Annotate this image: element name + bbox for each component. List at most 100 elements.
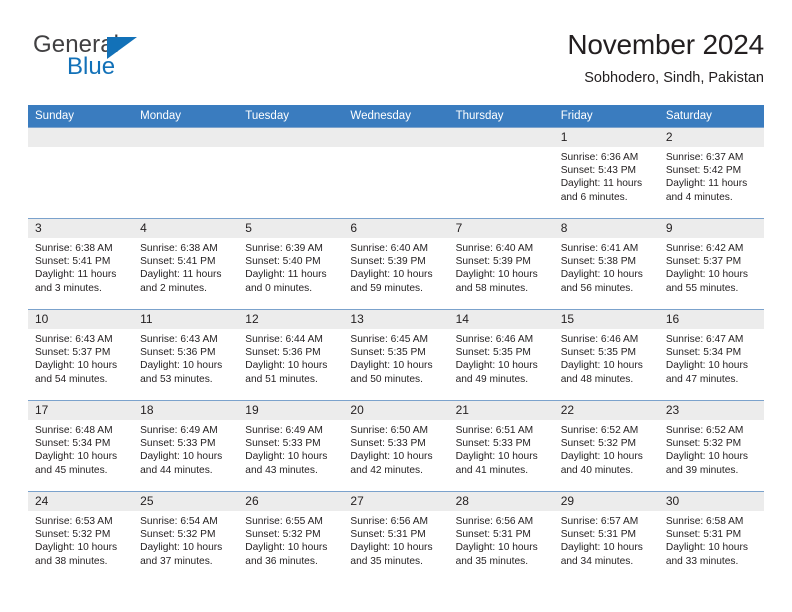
calendar-page: General Blue November 2024 Sobhodero, Si… bbox=[0, 0, 792, 612]
day-details: Sunrise: 6:42 AM Sunset: 5:37 PM Daylight:… bbox=[659, 238, 764, 295]
day-number: 15 bbox=[553, 310, 659, 329]
sunrise-text: Sunrise: 6:45 AM bbox=[350, 334, 429, 345]
calendar-day-cell[interactable]: 6 Sunrise: 6:40 AM Sunset: 5:39 PM Daylight… bbox=[343, 218, 449, 310]
calendar-day-cell[interactable]: 28 Sunrise: 6:56 AM Sunset: 5:31 PM Dayligh… bbox=[448, 491, 554, 582]
calendar-day-cell[interactable]: 19 Sunrise: 6:49 AM Sunset: 5:33 PM Dayligh… bbox=[238, 400, 344, 492]
sunset-text: Sunset: 5:35 PM bbox=[560, 347, 637, 359]
day-number: 16 bbox=[658, 310, 764, 329]
sunrise-text: Sunrise: 6:41 AM bbox=[560, 243, 639, 254]
sunset-text: Sunset: 5:34 PM bbox=[665, 347, 742, 359]
sunrise-text: Sunrise: 6:49 AM bbox=[245, 425, 323, 436]
daylight-text: Daylight: 10 hours and 58 minutes. bbox=[455, 269, 538, 294]
calendar-day-cell[interactable]: 16 Sunrise: 6:47 AM Sunset: 5:34 PM Dayligh… bbox=[658, 309, 764, 401]
sunset-text: Sunset: 5:31 PM bbox=[350, 529, 426, 541]
sunrise-text: Sunrise: 6:58 AM bbox=[665, 516, 744, 527]
day-details: Sunrise: 6:36 AM Sunset: 5:43 PM Daylight:… bbox=[554, 147, 659, 204]
calendar-day-cell[interactable]: 17 Sunrise: 6:48 AM Sunset: 5:34 PM Dayligh… bbox=[28, 400, 134, 492]
calendar-day-cell[interactable]: 25 Sunrise: 6:54 AM Sunset: 5:32 PM Dayligh… bbox=[133, 491, 239, 582]
calendar-day-cell[interactable]: 12 Sunrise: 6:44 AM Sunset: 5:36 PM Dayligh… bbox=[238, 309, 344, 401]
sunset-text: Sunset: 5:38 PM bbox=[560, 256, 637, 268]
calendar-day-cell[interactable]: 13 Sunrise: 6:45 AM Sunset: 5:35 PM Dayligh… bbox=[343, 309, 449, 401]
day-details: Sunrise: 6:40 AM Sunset: 5:39 PM Daylight:… bbox=[449, 238, 554, 295]
weekday-header-saturday: Saturday bbox=[658, 105, 764, 128]
general-blue-logo[interactable]: General Blue bbox=[33, 32, 183, 88]
day-number: 10 bbox=[28, 310, 134, 329]
calendar-day-cell[interactable]: 3 Sunrise: 6:38 AM Sunset: 5:41 PM Daylight… bbox=[28, 218, 134, 310]
sunrise-text: Sunrise: 6:54 AM bbox=[140, 516, 218, 527]
daylight-text: Daylight: 10 hours and 53 minutes. bbox=[140, 360, 223, 385]
calendar-day-cell[interactable]: 27 Sunrise: 6:56 AM Sunset: 5:31 PM Dayligh… bbox=[343, 491, 449, 582]
day-details: Sunrise: 6:58 AM Sunset: 5:31 PM Daylight:… bbox=[659, 511, 764, 568]
day-details: Sunrise: 6:46 AM Sunset: 5:35 PM Daylight:… bbox=[554, 329, 659, 386]
calendar-day-cell[interactable]: 10 Sunrise: 6:43 AM Sunset: 5:37 PM Dayligh… bbox=[28, 309, 134, 401]
daylight-text: Daylight: 10 hours and 34 minutes. bbox=[560, 542, 643, 567]
calendar-day-cell-empty bbox=[343, 127, 449, 219]
sunset-text: Sunset: 5:32 PM bbox=[560, 438, 637, 450]
weekday-header-friday: Friday bbox=[553, 105, 659, 128]
sunrise-text: Sunrise: 6:50 AM bbox=[350, 425, 429, 436]
sunrise-text: Sunrise: 6:49 AM bbox=[140, 425, 218, 436]
calendar-day-cell-empty bbox=[448, 127, 554, 219]
calendar-day-cell[interactable]: 4 Sunrise: 6:38 AM Sunset: 5:41 PM Daylight… bbox=[133, 218, 239, 310]
calendar-day-cell[interactable]: 20 Sunrise: 6:50 AM Sunset: 5:33 PM Dayligh… bbox=[343, 400, 449, 492]
calendar-day-cell[interactable]: 14 Sunrise: 6:46 AM Sunset: 5:35 PM Dayligh… bbox=[448, 309, 554, 401]
calendar-day-cell[interactable]: 18 Sunrise: 6:49 AM Sunset: 5:33 PM Dayligh… bbox=[133, 400, 239, 492]
day-details: Sunrise: 6:53 AM Sunset: 5:32 PM Daylight:… bbox=[28, 511, 133, 568]
daylight-text: Daylight: 11 hours and 6 minutes. bbox=[560, 178, 643, 203]
calendar-day-cell[interactable]: 26 Sunrise: 6:55 AM Sunset: 5:32 PM Dayligh… bbox=[238, 491, 344, 582]
day-number: 8 bbox=[553, 219, 659, 238]
calendar-table: Sunday Monday Tuesday Wednesday Thursday Frid… bbox=[28, 105, 764, 582]
calendar-day-cell[interactable]: 9 Sunrise: 6:42 AM Sunset: 5:37 PM Daylight… bbox=[658, 218, 764, 310]
daylight-text: Daylight: 10 hours and 45 minutes. bbox=[35, 451, 118, 476]
calendar-week-row: 10 Sunrise: 6:43 AM Sunset: 5:37 PM Dayligh… bbox=[28, 309, 764, 401]
day-number: 1 bbox=[553, 128, 659, 147]
daylight-text: Daylight: 10 hours and 59 minutes. bbox=[350, 269, 433, 294]
sunset-text: Sunset: 5:32 PM bbox=[35, 529, 111, 541]
sunset-text: Sunset: 5:39 PM bbox=[455, 256, 531, 268]
calendar-day-cell[interactable]: 30 Sunrise: 6:58 AM Sunset: 5:31 PM Dayligh… bbox=[658, 491, 764, 582]
calendar-day-cell[interactable]: 5 Sunrise: 6:39 AM Sunset: 5:40 PM Daylight… bbox=[238, 218, 344, 310]
sunset-text: Sunset: 5:31 PM bbox=[455, 529, 531, 541]
calendar-day-cell[interactable]: 22 Sunrise: 6:52 AM Sunset: 5:32 PM Dayligh… bbox=[553, 400, 659, 492]
day-number: 22 bbox=[553, 401, 659, 420]
calendar-day-cell[interactable]: 23 Sunrise: 6:52 AM Sunset: 5:32 PM Dayligh… bbox=[658, 400, 764, 492]
sunset-text: Sunset: 5:36 PM bbox=[140, 347, 216, 359]
sunset-text: Sunset: 5:42 PM bbox=[665, 165, 742, 177]
daylight-text: Daylight: 11 hours and 4 minutes. bbox=[665, 178, 748, 203]
sunset-text: Sunset: 5:33 PM bbox=[350, 438, 426, 450]
sunset-text: Sunset: 5:39 PM bbox=[350, 256, 426, 268]
day-details: Sunrise: 6:56 AM Sunset: 5:31 PM Daylight:… bbox=[343, 511, 448, 568]
sunset-text: Sunset: 5:40 PM bbox=[245, 256, 321, 268]
calendar-day-cell[interactable]: 29 Sunrise: 6:57 AM Sunset: 5:31 PM Dayligh… bbox=[553, 491, 659, 582]
day-details: Sunrise: 6:52 AM Sunset: 5:32 PM Daylight:… bbox=[554, 420, 659, 477]
calendar-day-cell-empty bbox=[238, 127, 344, 219]
sunrise-text: Sunrise: 6:46 AM bbox=[560, 334, 639, 345]
daylight-text: Daylight: 10 hours and 56 minutes. bbox=[560, 269, 643, 294]
sunset-text: Sunset: 5:31 PM bbox=[665, 529, 742, 541]
weekday-header-thursday: Thursday bbox=[448, 105, 554, 128]
daylight-text: Daylight: 10 hours and 51 minutes. bbox=[245, 360, 328, 385]
calendar-day-cell[interactable]: 2 Sunrise: 6:37 AM Sunset: 5:42 PM Daylight… bbox=[658, 127, 764, 219]
day-number: 14 bbox=[448, 310, 554, 329]
day-number bbox=[343, 128, 449, 147]
day-details: Sunrise: 6:37 AM Sunset: 5:42 PM Daylight:… bbox=[659, 147, 764, 204]
daylight-text: Daylight: 10 hours and 35 minutes. bbox=[350, 542, 433, 567]
day-number: 2 bbox=[658, 128, 764, 147]
calendar-day-cell[interactable]: 24 Sunrise: 6:53 AM Sunset: 5:32 PM Dayligh… bbox=[28, 491, 134, 582]
calendar-day-cell[interactable]: 15 Sunrise: 6:46 AM Sunset: 5:35 PM Dayligh… bbox=[553, 309, 659, 401]
day-details: Sunrise: 6:49 AM Sunset: 5:33 PM Daylight:… bbox=[238, 420, 343, 477]
sunset-text: Sunset: 5:33 PM bbox=[140, 438, 216, 450]
day-details: Sunrise: 6:54 AM Sunset: 5:32 PM Daylight:… bbox=[133, 511, 238, 568]
day-number: 25 bbox=[133, 492, 239, 511]
daylight-text: Daylight: 10 hours and 38 minutes. bbox=[35, 542, 118, 567]
sunset-text: Sunset: 5:34 PM bbox=[35, 438, 111, 450]
calendar-day-cell[interactable]: 11 Sunrise: 6:43 AM Sunset: 5:36 PM Dayligh… bbox=[133, 309, 239, 401]
calendar-day-cell[interactable]: 7 Sunrise: 6:40 AM Sunset: 5:39 PM Daylight… bbox=[448, 218, 554, 310]
calendar-day-cell[interactable]: 21 Sunrise: 6:51 AM Sunset: 5:33 PM Dayligh… bbox=[448, 400, 554, 492]
daylight-text: Daylight: 10 hours and 40 minutes. bbox=[560, 451, 643, 476]
daylight-text: Daylight: 11 hours and 0 minutes. bbox=[245, 269, 327, 294]
sunrise-text: Sunrise: 6:42 AM bbox=[665, 243, 744, 254]
calendar-day-cell[interactable]: 8 Sunrise: 6:41 AM Sunset: 5:38 PM Daylight… bbox=[553, 218, 659, 310]
calendar-day-cell[interactable]: 1 Sunrise: 6:36 AM Sunset: 5:43 PM Daylight… bbox=[553, 127, 659, 219]
sunrise-text: Sunrise: 6:46 AM bbox=[455, 334, 534, 345]
